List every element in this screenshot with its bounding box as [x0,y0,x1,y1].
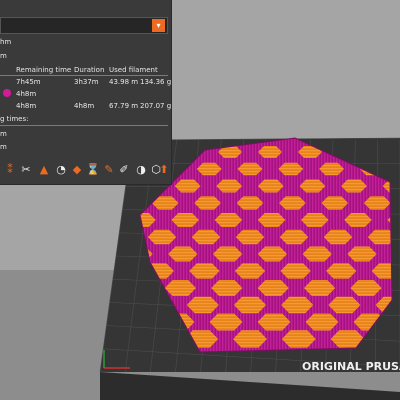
toolbar: ⁑ ✂ ▲ ◔ ◆ ⌛ ✎ ✐ ◑ ⬡ ⬆ [0,158,170,184]
row3-filament-m: 67.79 m [109,102,139,110]
layers-icon[interactable]: ⁑ [3,162,17,178]
section-label: g times: [0,115,29,123]
measure-icon[interactable]: ✐ [117,162,131,178]
row1-remaining: 7h45m [16,78,41,86]
row3-duration: 4h8m [74,102,95,110]
chevron-down-icon[interactable]: ▾ [152,19,165,32]
header-filament: Used filament [109,66,158,74]
row2-remaining: 4h8m [16,90,37,98]
bed-icon[interactable]: ⬆ [157,162,171,178]
view-type-dropdown[interactable]: ▾ [0,17,168,34]
row-top-1: hm [0,38,12,46]
row3-filament-g: 207.07 g [140,102,172,110]
seam-icon[interactable]: ◔ [54,162,68,178]
header-duration: Duration [74,66,105,74]
legend-panel: ▾ hm m Remaining time Duration Used fila… [0,0,172,185]
row-top-2: m [0,52,7,60]
brush-icon[interactable]: ✎ [102,162,116,178]
row1-filament-g: 134.36 g [140,78,172,86]
divider [0,125,168,126]
header-remaining: Remaining time [16,66,72,74]
row-bottom-1: m [0,130,7,138]
divider [0,75,168,76]
paint-icon[interactable]: ▲ [37,162,51,178]
hourglass-icon[interactable]: ⌛ [86,162,100,178]
color-icon[interactable]: ◆ [70,162,84,178]
row3-remaining: 4h8m [16,102,37,110]
row1-duration: 3h37m [74,78,99,86]
contrast-icon[interactable]: ◑ [134,162,148,178]
color-swatch [3,89,11,97]
bed-label: ORIGINAL PRUSA [302,360,400,373]
cut-icon[interactable]: ✂ [19,162,33,178]
row1-filament-m: 43.98 m [109,78,139,86]
row-bottom-2: m [0,143,7,151]
